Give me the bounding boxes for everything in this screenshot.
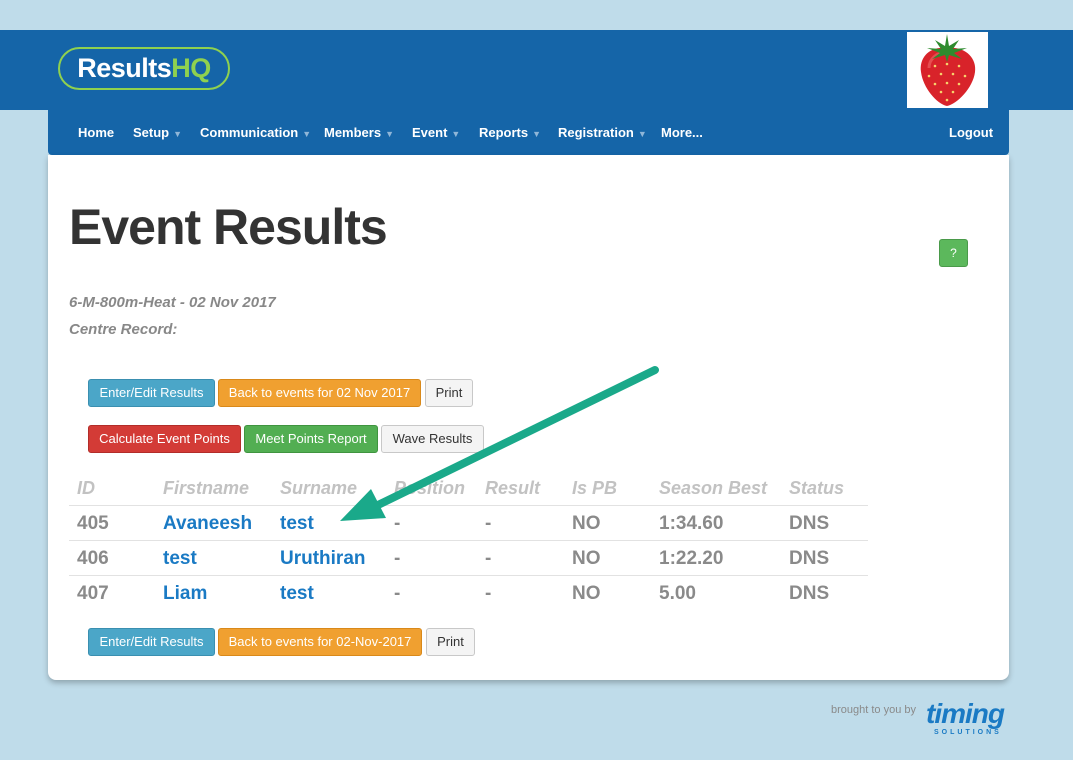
timing-solutions-logo[interactable]: timing xyxy=(926,698,1005,730)
annotation-arrow-icon xyxy=(340,366,659,521)
timing-solutions-subtext: SOLUTIONS xyxy=(934,729,1002,736)
brought-to-you-by: brought to you by xyxy=(831,704,917,716)
